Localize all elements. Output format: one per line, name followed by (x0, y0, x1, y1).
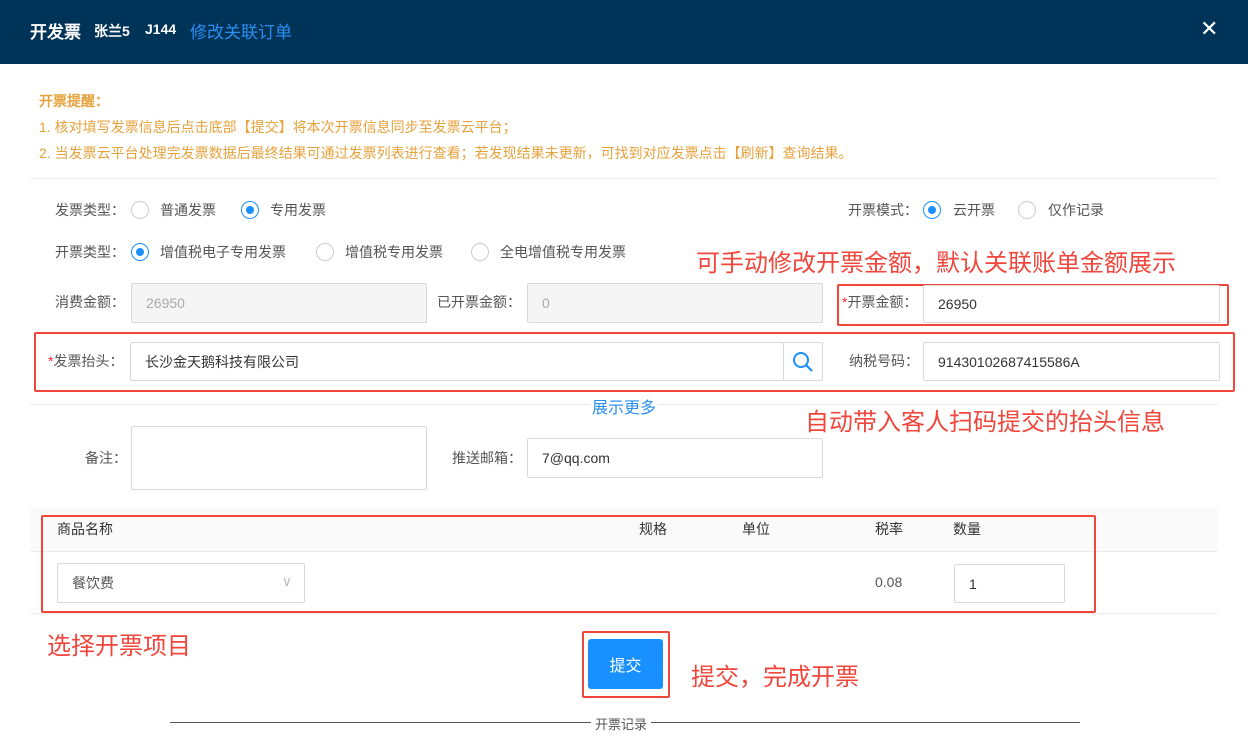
close-icon[interactable]: ✕ (1200, 16, 1218, 42)
annotation: 选择开票项目 (47, 633, 191, 660)
radio-label: 增值税电子专用发票 (160, 244, 286, 260)
highlight-box (41, 515, 1096, 613)
divider (30, 178, 1218, 179)
radio-e-special[interactable] (131, 243, 149, 261)
consume-amount-label: 消费金额： (55, 294, 125, 310)
search-icon (793, 351, 813, 372)
invoiced-amount-label: 已开票金额： (437, 294, 521, 310)
customer-name: 张兰5 (94, 23, 130, 39)
show-more-link[interactable]: 展示更多 (590, 394, 659, 418)
invoice-type-label: 发票类型： (55, 202, 125, 218)
radio-label: 云开票 (953, 202, 995, 218)
radio-vat-special[interactable] (316, 243, 334, 261)
mode-label: 开票模式： (848, 202, 918, 218)
invoice-amount-input[interactable]: 26950 (923, 285, 1220, 323)
dialog-header: 开发票 张兰5 J144 修改关联订单 ✕ (0, 0, 1248, 64)
notice-title: 开票提醒： (39, 93, 109, 109)
radio-label: 普通发票 (160, 202, 216, 218)
annotation: 可手动修改开票金额，默认关联账单金额展示 (696, 250, 1176, 277)
divider (30, 613, 1218, 614)
radio-record-only[interactable] (1018, 201, 1036, 219)
remark-label: 备注： (85, 450, 127, 466)
remark-textarea[interactable] (131, 426, 427, 490)
records-label: 开票记录 (591, 714, 652, 733)
dialog-title: 开发票 (30, 23, 81, 42)
invoice-title-input[interactable]: 长沙金天鹅科技有限公司 (130, 342, 784, 381)
search-button[interactable] (783, 342, 823, 381)
invoice-title-label: *发票抬头： (48, 351, 123, 371)
billing-type-label: 开票类型： (55, 244, 125, 260)
radio-full-e-special[interactable] (471, 243, 489, 261)
notice-line: 1. 核对填写发票信息后点击底部【提交】将本次开票信息同步至发票云平台； (39, 119, 517, 135)
radio-label: 仅作记录 (1048, 202, 1104, 218)
notice-line: 2. 当发票云平台处理完发票数据后最终结果可通过发票列表进行查看；若发现结果未更… (39, 145, 853, 161)
submit-button[interactable]: 提交 (588, 639, 663, 689)
radio-label: 全电增值税专用发票 (500, 244, 626, 260)
invoice-amount-label: *开票金额： (842, 292, 917, 312)
tax-number-label: 纳税号码： (849, 353, 919, 369)
consume-amount-input[interactable]: 26950 (131, 283, 427, 323)
label-text: 开票金额： (847, 294, 918, 310)
radio-cloud-invoice[interactable] (923, 201, 941, 219)
radio-normal-invoice[interactable] (131, 201, 149, 219)
annotation: 自动带入客人扫码提交的抬头信息 (805, 409, 1165, 436)
radio-label: 增值税专用发票 (345, 244, 443, 260)
radio-label: 专用发票 (270, 202, 326, 218)
email-label: 推送邮箱： (452, 450, 522, 466)
table-number: J144 (145, 21, 177, 37)
tax-number-input[interactable]: 91430102687415586A (923, 342, 1220, 381)
edit-linked-order-link[interactable]: 修改关联订单 (190, 18, 292, 43)
invoiced-amount-input[interactable]: 0 (527, 283, 823, 323)
annotation: 提交，完成开票 (691, 664, 859, 691)
label-text: 发票抬头： (53, 353, 124, 369)
radio-special-invoice[interactable] (241, 201, 259, 219)
email-input[interactable]: 7@qq.com (527, 438, 823, 478)
